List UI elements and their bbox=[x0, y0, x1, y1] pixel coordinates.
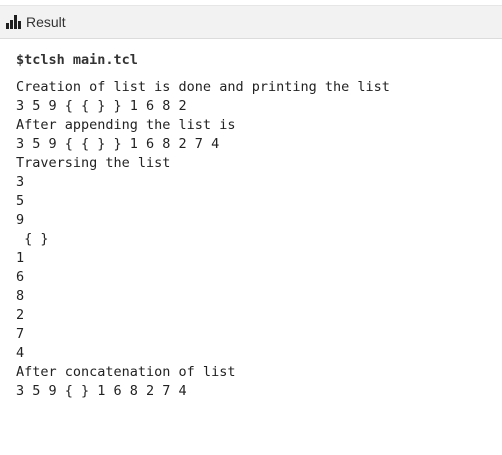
output-line: 2 bbox=[16, 307, 25, 323]
output-line: 1 bbox=[16, 250, 25, 266]
output-line: After appending the list is bbox=[16, 117, 236, 133]
output-line: { } bbox=[16, 231, 49, 247]
result-header: Result bbox=[0, 6, 502, 39]
output-line: 6 bbox=[16, 269, 25, 285]
output-line: 3 5 9 { { } } 1 6 8 2 bbox=[16, 98, 187, 114]
output-line: 5 bbox=[16, 193, 25, 209]
output-line: After concatenation of list bbox=[16, 364, 236, 380]
output-line: 3 5 9 { { } } 1 6 8 2 7 4 bbox=[16, 136, 220, 152]
output-line: 3 bbox=[16, 174, 25, 190]
output-line: Creation of list is done and printing th… bbox=[16, 79, 390, 95]
output-line: Traversing the list bbox=[16, 155, 171, 171]
bar-chart-icon bbox=[6, 15, 21, 29]
output-line: 9 bbox=[16, 212, 25, 228]
command-line: $tclsh main.tcl bbox=[16, 52, 138, 68]
console-output: $tclsh main.tcl Creation of list is done… bbox=[16, 51, 496, 401]
output-line: 3 5 9 { } 1 6 8 2 7 4 bbox=[16, 383, 187, 399]
output-line: 7 bbox=[16, 326, 25, 342]
result-title: Result bbox=[26, 14, 66, 30]
output-line: 4 bbox=[16, 345, 25, 361]
output-line: 8 bbox=[16, 288, 25, 304]
